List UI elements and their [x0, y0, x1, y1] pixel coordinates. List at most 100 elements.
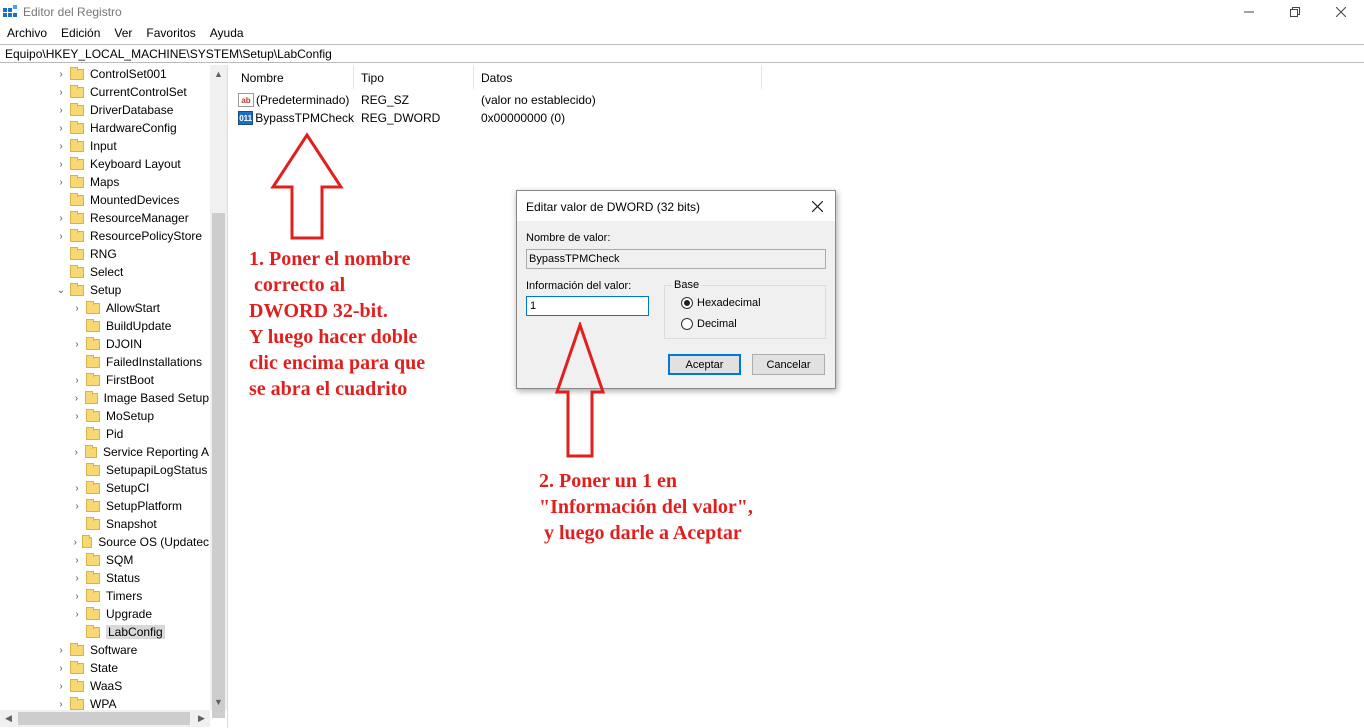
tree-item[interactable]: MountedDevices — [0, 191, 209, 209]
tree-item[interactable]: SetupapiLogStatus — [0, 461, 209, 479]
tree-item[interactable]: ⌄ Setup — [0, 281, 209, 299]
accept-button[interactable]: Aceptar — [668, 354, 741, 375]
chevron-right-icon[interactable]: › — [72, 339, 82, 350]
tree-item[interactable]: › ResourceManager — [0, 209, 209, 227]
chevron-right-icon[interactable]: › — [56, 159, 66, 170]
column-datos[interactable]: Datos — [474, 65, 762, 89]
tree-item[interactable]: FailedInstallations — [0, 353, 209, 371]
tree-item[interactable]: BuildUpdate — [0, 317, 209, 335]
cancel-button[interactable]: Cancelar — [752, 354, 825, 375]
column-nombre[interactable]: Nombre — [234, 65, 354, 89]
value-data-input[interactable]: 1 — [526, 296, 649, 316]
tree-item[interactable]: › Image Based Setup — [0, 389, 209, 407]
tree-item[interactable]: › SQM — [0, 551, 209, 569]
value-row[interactable]: 011 BypassTPMCheck REG_DWORD 0x00000000 … — [234, 109, 762, 127]
maximize-button[interactable] — [1272, 0, 1318, 23]
chevron-right-icon[interactable]: › — [72, 573, 82, 584]
chevron-right-icon[interactable]: › — [72, 447, 81, 458]
tree-item[interactable]: › Service Reporting A — [0, 443, 209, 461]
chevron-down-icon[interactable]: ⌄ — [56, 285, 66, 296]
scroll-up-icon[interactable]: ▲ — [210, 65, 227, 82]
address-bar[interactable]: Equipo\HKEY_LOCAL_MACHINE\SYSTEM\Setup\L… — [0, 44, 1364, 63]
tree-item[interactable]: › Input — [0, 137, 209, 155]
tree-item[interactable]: › DJOIN — [0, 335, 209, 353]
menu-archivo[interactable]: Archivo — [0, 24, 54, 43]
scroll-left-icon[interactable]: ◀ — [0, 710, 17, 727]
chevron-right-icon[interactable]: › — [72, 483, 82, 494]
chevron-right-icon[interactable]: › — [56, 141, 66, 152]
tree-horizontal-scrollbar[interactable]: ◀ ▶ — [0, 710, 210, 727]
value-name-cell: ab (Predeterminado) — [234, 93, 354, 107]
tree-item-label: ResourcePolicyStore — [90, 229, 203, 243]
chevron-right-icon[interactable]: › — [72, 537, 78, 548]
tree-item[interactable]: › MoSetup — [0, 407, 209, 425]
tree-item[interactable]: › Maps — [0, 173, 209, 191]
chevron-right-icon[interactable]: › — [72, 411, 82, 422]
chevron-right-icon[interactable]: › — [72, 591, 82, 602]
tree-item[interactable]: › SetupPlatform — [0, 497, 209, 515]
tree-item-label: Snapshot — [106, 517, 157, 531]
chevron-right-icon[interactable]: › — [56, 699, 66, 710]
tree-item[interactable]: Select — [0, 263, 209, 281]
scroll-thumb-horizontal[interactable] — [18, 712, 190, 725]
folder-icon — [86, 552, 100, 566]
chevron-right-icon[interactable]: › — [72, 555, 82, 566]
chevron-right-icon[interactable]: › — [56, 213, 66, 224]
menu-ver[interactable]: Ver — [107, 24, 139, 43]
close-icon — [1336, 6, 1346, 17]
chevron-right-icon[interactable]: › — [56, 69, 66, 80]
tree-item[interactable]: Snapshot — [0, 515, 209, 533]
chevron-right-icon[interactable]: › — [56, 87, 66, 98]
chevron-right-icon[interactable]: › — [56, 123, 66, 134]
dialog-close-button[interactable] — [805, 195, 829, 217]
radio-decimal[interactable]: Decimal — [681, 318, 737, 330]
chevron-right-icon[interactable]: › — [56, 645, 66, 656]
minimize-button[interactable] — [1226, 0, 1272, 23]
tree-item[interactable]: › HardwareConfig — [0, 119, 209, 137]
tree-item-label: AllowStart — [106, 301, 161, 315]
tree-item[interactable]: › Software — [0, 641, 209, 659]
chevron-right-icon[interactable]: › — [72, 501, 82, 512]
tree-item[interactable]: › State — [0, 659, 209, 677]
tree-item[interactable]: › CurrentControlSet — [0, 83, 209, 101]
tree-item[interactable]: › Upgrade — [0, 605, 209, 623]
scroll-thumb[interactable] — [212, 213, 225, 718]
tree-item[interactable]: › AllowStart — [0, 299, 209, 317]
chevron-right-icon[interactable]: › — [72, 393, 81, 404]
menu-ayuda[interactable]: Ayuda — [203, 24, 251, 43]
menu-bar: Archivo Edición Ver Favoritos Ayuda — [0, 24, 1364, 43]
tree-item[interactable]: › WaaS — [0, 677, 209, 695]
column-tipo[interactable]: Tipo — [354, 65, 474, 89]
tree-item[interactable]: › ResourcePolicyStore — [0, 227, 209, 245]
tree-item[interactable]: › FirstBoot — [0, 371, 209, 389]
chevron-right-icon[interactable]: › — [72, 303, 82, 314]
chevron-right-icon[interactable]: › — [56, 231, 66, 242]
close-button[interactable] — [1318, 0, 1364, 23]
close-icon — [811, 200, 823, 212]
dialog-title-bar: Editar valor de DWORD (32 bits) — [517, 191, 835, 221]
tree-item[interactable]: › Timers — [0, 587, 209, 605]
radio-hexadecimal[interactable]: Hexadecimal — [681, 297, 761, 309]
tree-item[interactable]: › Source OS (Updatec — [0, 533, 209, 551]
menu-edicion[interactable]: Edición — [54, 24, 107, 43]
scroll-right-icon[interactable]: ▶ — [193, 710, 210, 727]
chevron-right-icon[interactable]: › — [72, 375, 82, 386]
tree-item[interactable]: › DriverDatabase — [0, 101, 209, 119]
tree-item[interactable]: RNG — [0, 245, 209, 263]
tree-item[interactable]: › Keyboard Layout — [0, 155, 209, 173]
tree-item[interactable]: › SetupCI — [0, 479, 209, 497]
chevron-right-icon[interactable]: › — [56, 177, 66, 188]
tree-item[interactable]: › Status — [0, 569, 209, 587]
tree-item[interactable]: Pid — [0, 425, 209, 443]
tree-item[interactable]: LabConfig — [0, 623, 209, 641]
chevron-right-icon[interactable]: › — [72, 609, 82, 620]
chevron-right-icon[interactable]: › — [56, 105, 66, 116]
menu-favoritos[interactable]: Favoritos — [139, 24, 202, 43]
tree-vertical-scrollbar[interactable]: ▲ ▼ — [210, 65, 227, 718]
chevron-right-icon[interactable]: › — [56, 663, 66, 674]
chevron-right-icon[interactable]: › — [56, 681, 66, 692]
tree-item[interactable]: › ControlSet001 — [0, 65, 209, 83]
registry-tree[interactable]: › ControlSet001 › CurrentControlSet › DriverD… — [0, 65, 228, 728]
value-row[interactable]: ab (Predeterminado) REG_SZ (valor no est… — [234, 91, 762, 109]
scroll-down-icon[interactable]: ▼ — [210, 693, 227, 710]
